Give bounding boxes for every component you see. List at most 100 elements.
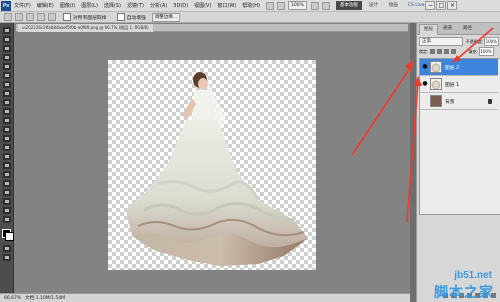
layer-name: 图层 1 (445, 82, 460, 88)
layer-row-background[interactable]: 背景 (420, 93, 498, 110)
close-button[interactable]: × (447, 1, 458, 10)
lasso-tool-icon[interactable] (3, 45, 11, 52)
red-arrow-icon (351, 60, 414, 156)
status-bar: 66.67% 文档:1.10M/1.54M (0, 293, 410, 302)
tab-channels[interactable]: 通道 (439, 24, 456, 34)
zoom-select[interactable]: 100% (287, 1, 307, 10)
workspace-essentials[interactable]: 基本功能 (335, 1, 362, 10)
blend-mode-select[interactable]: 正常 (419, 37, 463, 46)
dodge-tool-icon[interactable] (3, 144, 11, 151)
menu-window[interactable]: 窗口(W) (217, 2, 236, 9)
healing-tool-icon[interactable] (3, 81, 11, 88)
layer-row-1[interactable]: ● 图层 1 (420, 76, 498, 93)
marquee-tool-icon[interactable] (3, 36, 11, 43)
screen-mode-icon[interactable] (3, 254, 11, 261)
quick-select-tool-icon[interactable] (3, 54, 11, 61)
background-color-swatch[interactable] (5, 232, 14, 241)
new-selection-icon[interactable] (15, 13, 23, 21)
status-doc-size: 文档:1.10M/1.54M (25, 296, 66, 301)
document-tab-bar: ui202126c2ffab8daaef5f0b-e0f89.png @ 66.… (16, 24, 408, 32)
bride-cutout-image (126, 72, 308, 266)
layer-name: 背景 (445, 99, 455, 105)
minibridge-icon[interactable] (276, 1, 285, 10)
visibility-eye-icon[interactable] (422, 98, 428, 104)
pen-tool-icon[interactable] (3, 153, 11, 160)
add-to-selection-icon[interactable] (26, 13, 34, 21)
menu-analysis[interactable]: 分析(A) (150, 2, 167, 9)
menu-bar: Ps 文件(F) 编辑(E) 图像(I) 图层(L) 选择(S) 滤镜(T) 分… (0, 0, 500, 12)
brush-tool-icon[interactable] (3, 90, 11, 97)
workspace-painting[interactable]: 绘画 (385, 1, 402, 10)
auto-enhance-checkbox[interactable] (116, 13, 125, 21)
lock-label: 锁定: (419, 48, 429, 54)
layer-thumbnail (430, 78, 442, 90)
watermark: jb51.net 脚本之家 (378, 270, 498, 301)
blur-tool-icon[interactable] (3, 135, 11, 142)
quick-selection-tool-icon[interactable] (4, 13, 12, 21)
tools-panel (0, 23, 14, 293)
fill-field[interactable]: 100% (478, 47, 494, 56)
status-zoom[interactable]: 66.67% (4, 296, 21, 301)
subtract-selection-icon[interactable] (37, 13, 45, 21)
menu-layer[interactable]: 图层(L) (81, 2, 98, 9)
visibility-eye-icon[interactable]: ● (422, 64, 428, 70)
quick-mask-icon[interactable] (3, 245, 11, 252)
layers-list: ● 图层 2 ● 图层 1 背景 (419, 58, 500, 215)
lock-all-icon[interactable] (451, 49, 457, 54)
minimize-button[interactable]: − (425, 1, 436, 10)
menu-edit[interactable]: 编辑(E) (37, 2, 54, 9)
menu-select[interactable]: 选择(S) (104, 2, 121, 9)
lock-position-icon[interactable] (444, 49, 450, 54)
menu-image[interactable]: 图像(I) (60, 2, 75, 9)
menu-filter[interactable]: 滤镜(T) (127, 2, 144, 9)
path-selection-tool-icon[interactable] (3, 171, 11, 178)
clone-stamp-tool-icon[interactable] (3, 99, 11, 106)
gradient-tool-icon[interactable] (3, 126, 11, 133)
3d-orbit-tool-icon[interactable] (3, 198, 11, 205)
eraser-tool-icon[interactable] (3, 117, 11, 124)
hand-tool-icon[interactable] (3, 207, 11, 214)
tab-layers[interactable]: 图层 (419, 24, 438, 35)
document-tab[interactable]: ui202126c2ffab8daaef5f0b-e0f89.png @ 66.… (18, 24, 153, 32)
sample-all-layers-checkbox[interactable] (63, 13, 71, 21)
move-tool-icon[interactable] (3, 27, 11, 34)
crop-tool-icon[interactable] (3, 63, 11, 70)
refine-edge-button[interactable]: 调整边缘... (151, 12, 181, 22)
sample-all-layers-label: 对所有图层取样 (73, 15, 107, 21)
bridge-icon[interactable] (265, 1, 274, 10)
maximize-button[interactable]: □ (436, 1, 447, 10)
menu-file[interactable]: 文件(F) (14, 2, 31, 9)
cs-live-button[interactable]: CS Live (408, 3, 425, 8)
layers-panel: 图层 通道 路径 正常 不透明度: 100% 锁定: 填充: 100% ● 图层… (416, 23, 500, 302)
eyedropper-tool-icon[interactable] (3, 72, 11, 79)
lock-transparent-icon[interactable] (430, 49, 436, 54)
zoom-tool-icon[interactable] (3, 216, 11, 223)
blend-row: 正常 不透明度: 100% (419, 37, 499, 46)
tab-paths[interactable]: 路径 (459, 24, 476, 34)
lock-row: 锁定: 填充: 100% (419, 47, 499, 56)
opacity-field[interactable]: 100% (484, 37, 499, 46)
menu-view[interactable]: 视图(V) (194, 2, 211, 9)
brush-picker-icon[interactable] (48, 13, 56, 21)
3d-rotate-tool-icon[interactable] (3, 189, 11, 196)
lock-pixels-icon[interactable] (437, 49, 443, 54)
lock-icon (488, 98, 492, 104)
type-tool-icon[interactable] (3, 162, 11, 169)
menu-3d[interactable]: 3D(D) (173, 3, 188, 9)
hand-icon[interactable] (310, 1, 319, 10)
fill-label: 填充: (468, 48, 478, 54)
layer-row-2[interactable]: ● 图层 2 (420, 59, 498, 76)
history-brush-tool-icon[interactable] (3, 108, 11, 115)
watermark-name: 脚本之家 (434, 285, 494, 301)
layer-thumbnail (430, 95, 442, 107)
watermark-url: jb51.net (454, 270, 492, 281)
photoshop-logo: Ps (1, 0, 11, 11)
workspace-design[interactable]: 设计 (365, 1, 382, 10)
visibility-eye-icon[interactable]: ● (422, 81, 428, 87)
document-canvas[interactable] (108, 60, 316, 270)
menu-help[interactable]: 帮助(H) (242, 2, 260, 9)
layer-thumbnail (430, 61, 442, 73)
zoom-icon[interactable] (321, 1, 330, 10)
shape-tool-icon[interactable] (3, 180, 11, 187)
options-bar: 对所有图层取样 自动增强 调整边缘... (0, 12, 500, 23)
